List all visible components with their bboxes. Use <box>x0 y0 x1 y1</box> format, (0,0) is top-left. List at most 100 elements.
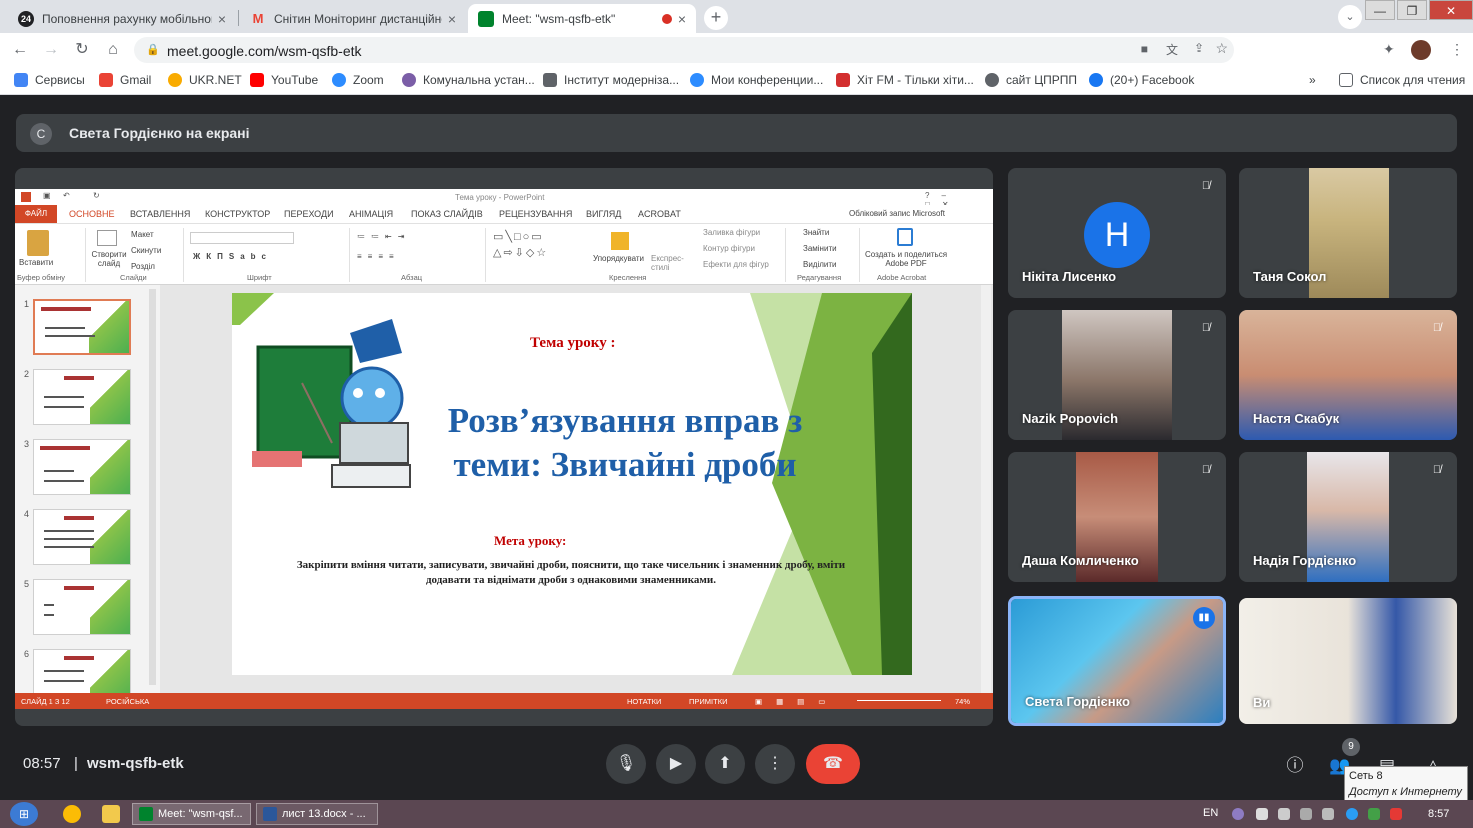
tray-icon[interactable] <box>1256 808 1268 820</box>
camera-button[interactable]: ▶ <box>656 744 696 784</box>
close-window-button[interactable]: ✕ <box>1429 0 1473 20</box>
minimize-button[interactable]: — <box>1365 0 1395 20</box>
chrome-icon[interactable] <box>63 805 81 823</box>
volume-icon[interactable] <box>1322 808 1334 820</box>
bookmark-item[interactable]: Сервисы <box>14 73 85 87</box>
network-icon[interactable] <box>1368 808 1380 820</box>
menu-kebab-icon[interactable]: ⋮ <box>1450 41 1464 58</box>
microphone-button[interactable]: 🎙 <box>606 744 646 784</box>
ppt-tab-file: ФАЙЛ <box>15 205 57 223</box>
browser-tab-active[interactable]: Meet: "wsm-qsfb-etk" × <box>468 4 696 33</box>
extensions-icon[interactable]: ✦ <box>1383 41 1395 58</box>
close-tab-icon[interactable]: × <box>218 11 226 27</box>
bookmark-item[interactable]: Мои конференции... <box>690 73 823 87</box>
close-tab-icon[interactable]: × <box>678 11 686 27</box>
lock-icon[interactable]: 🔒 <box>146 43 160 56</box>
bookmarks-bar: Сервисы Gmail UKR.NET YouTube Zoom Комун… <box>0 67 1473 95</box>
windows-start-icon[interactable]: ⊞ <box>10 802 38 826</box>
back-arrow-icon[interactable]: ← <box>9 39 31 61</box>
ppt-tab-home: ОСНОВНЕ <box>69 209 115 219</box>
new-tab-button[interactable]: + <box>704 6 728 30</box>
forward-arrow-icon[interactable]: → <box>40 39 62 61</box>
camera-icon[interactable]: ■ <box>1141 42 1148 56</box>
participant-name: Надія Гордієнко <box>1253 553 1357 568</box>
bookmark-item[interactable]: сайт ЦПРПП <box>985 73 1077 87</box>
adobe-pdf-icon <box>897 228 913 246</box>
translate-icon[interactable]: 文 <box>1166 41 1178 58</box>
meeting-details-icon[interactable]: ⓘ <box>1283 754 1307 778</box>
slide-heading: Розв’язування вправ з теми: Звичайні дро… <box>447 401 803 484</box>
participant-tile[interactable]: 🎙̸ Nazik Popovich <box>1008 310 1226 440</box>
taskbar-clock[interactable]: 8:57 <box>1428 808 1449 820</box>
bookmark-item[interactable]: (20+) Facebook <box>1089 73 1194 87</box>
browser-tab[interactable]: M Снітин Моніторинг дистанційного × <box>240 4 466 33</box>
tray-icon[interactable] <box>1390 808 1402 820</box>
participant-name: Ви <box>1253 695 1271 710</box>
tray-icon[interactable] <box>1300 808 1312 820</box>
presenter-avatar: С <box>30 123 52 145</box>
ppt-slide-info: СЛАЙД 1 З 12 <box>21 697 70 706</box>
camera-icon: ▶ <box>669 755 683 772</box>
present-screen-button[interactable]: ⬆ <box>705 744 745 784</box>
word-icon <box>263 807 277 821</box>
shared-screen-powerpoint: ▣ ↶ ↻ Тема уроку - PowerPoint ?–□✕ ФАЙЛ … <box>15 189 993 709</box>
participant-tile[interactable]: 🎙̸ Надія Гордієнко <box>1239 452 1457 582</box>
file-explorer-icon[interactable] <box>102 805 120 823</box>
ppt-comments: ПРИМІТКИ <box>689 697 728 706</box>
bookmarks-overflow-button[interactable]: » <box>1309 73 1316 87</box>
ppt-vertical-scrollbar <box>981 285 991 693</box>
reading-list-button[interactable]: Список для чтения <box>1339 73 1465 87</box>
bookmark-item[interactable]: UKR.NET <box>168 73 242 87</box>
maximize-button[interactable]: ❐ <box>1397 0 1427 20</box>
reload-icon[interactable]: ↻ <box>71 39 93 61</box>
input-language[interactable]: EN <box>1203 807 1218 819</box>
participant-tile-self[interactable]: Ви <box>1239 598 1457 724</box>
save-icon: ▣ <box>43 191 51 200</box>
participant-tile[interactable]: 🎙̸ Настя Скабук <box>1239 310 1457 440</box>
bookmark-item[interactable]: Комунальна устан... <box>402 73 535 87</box>
participant-tile[interactable]: 🎙̸ Даша Комличенко <box>1008 452 1226 582</box>
participant-tile[interactable]: Таня Сокол <box>1239 168 1457 298</box>
participant-tile[interactable]: Н 🎙̸ Нікіта Лисенко <box>1008 168 1226 298</box>
bookmark-item[interactable]: Gmail <box>99 73 151 87</box>
bookmark-item[interactable]: Zoom <box>332 73 384 87</box>
share-icon[interactable]: ⇪ <box>1194 41 1204 55</box>
slide-goal-label: Мета уроку: <box>494 533 567 548</box>
zoom-icon <box>690 73 704 87</box>
ppt-zoom-slider <box>857 700 941 701</box>
ppt-tab-slideshow: ПОКАЗ СЛАЙДІВ <box>411 209 483 219</box>
taskbar-app-word[interactable]: лист 13.docx - ... <box>256 803 378 825</box>
shapes-gallery-icon: △⇨⇩◇☆ <box>493 247 549 259</box>
viber-tray-icon[interactable] <box>1232 808 1244 820</box>
ppt-create-pdf-label: Создать и поделиться Adobe PDF <box>864 250 948 268</box>
home-icon[interactable]: ⌂ <box>102 39 124 61</box>
participant-name: Света Гордієнко <box>1025 694 1130 709</box>
browser-tab[interactable]: 24 Поповнення рахунку мобільного × <box>8 4 236 33</box>
address-bar[interactable]: 🔒 meet.google.com/wsm-qsfb-etk ■ 文 ⇪ ☆ <box>134 37 1234 63</box>
arrange-icon <box>611 232 629 250</box>
tray-icon[interactable] <box>1278 808 1290 820</box>
taskbar-app-meet[interactable]: Meet: "wsm-qsf... <box>132 803 251 825</box>
close-tab-icon[interactable]: × <box>448 11 456 27</box>
slide-thumbnail <box>33 579 131 635</box>
bookmark-item[interactable]: Хіт FM - Тільки хіти... <box>836 73 974 87</box>
slide-topic-label: Тема уроку : <box>530 335 616 351</box>
more-options-button[interactable]: ⋮ <box>755 744 795 784</box>
presenter-banner: С Света Гордієнко на екрані <box>16 114 1457 152</box>
ppt-reset-label: Скинути <box>131 246 162 255</box>
ppt-zoom-level: 74% <box>955 697 971 706</box>
mic-off-icon: 🎙̸ <box>1201 322 1211 334</box>
leave-call-button[interactable]: ☎ <box>806 744 860 784</box>
bookmark-item[interactable]: YouTube <box>250 73 318 87</box>
profile-avatar[interactable] <box>1411 40 1431 60</box>
tray-icon[interactable] <box>1346 808 1358 820</box>
undo-icon: ↶ <box>63 191 70 200</box>
tab-search-chevron-icon[interactable]: ⌄ <box>1338 5 1362 29</box>
url-text[interactable]: meet.google.com/wsm-qsfb-etk <box>167 43 362 59</box>
ppt-select-label: Виділити <box>803 260 837 269</box>
participant-tile-speaking[interactable]: ▮▮ Света Гордієнко <box>1008 596 1226 726</box>
bookmark-item[interactable]: Інститут модерніза... <box>543 73 679 87</box>
powerpoint-logo-icon <box>21 192 31 202</box>
bookmark-star-icon[interactable]: ☆ <box>1215 40 1228 57</box>
ppt-ribbon: Вставити Буфер обміну Створити слайд Мак… <box>15 223 993 285</box>
